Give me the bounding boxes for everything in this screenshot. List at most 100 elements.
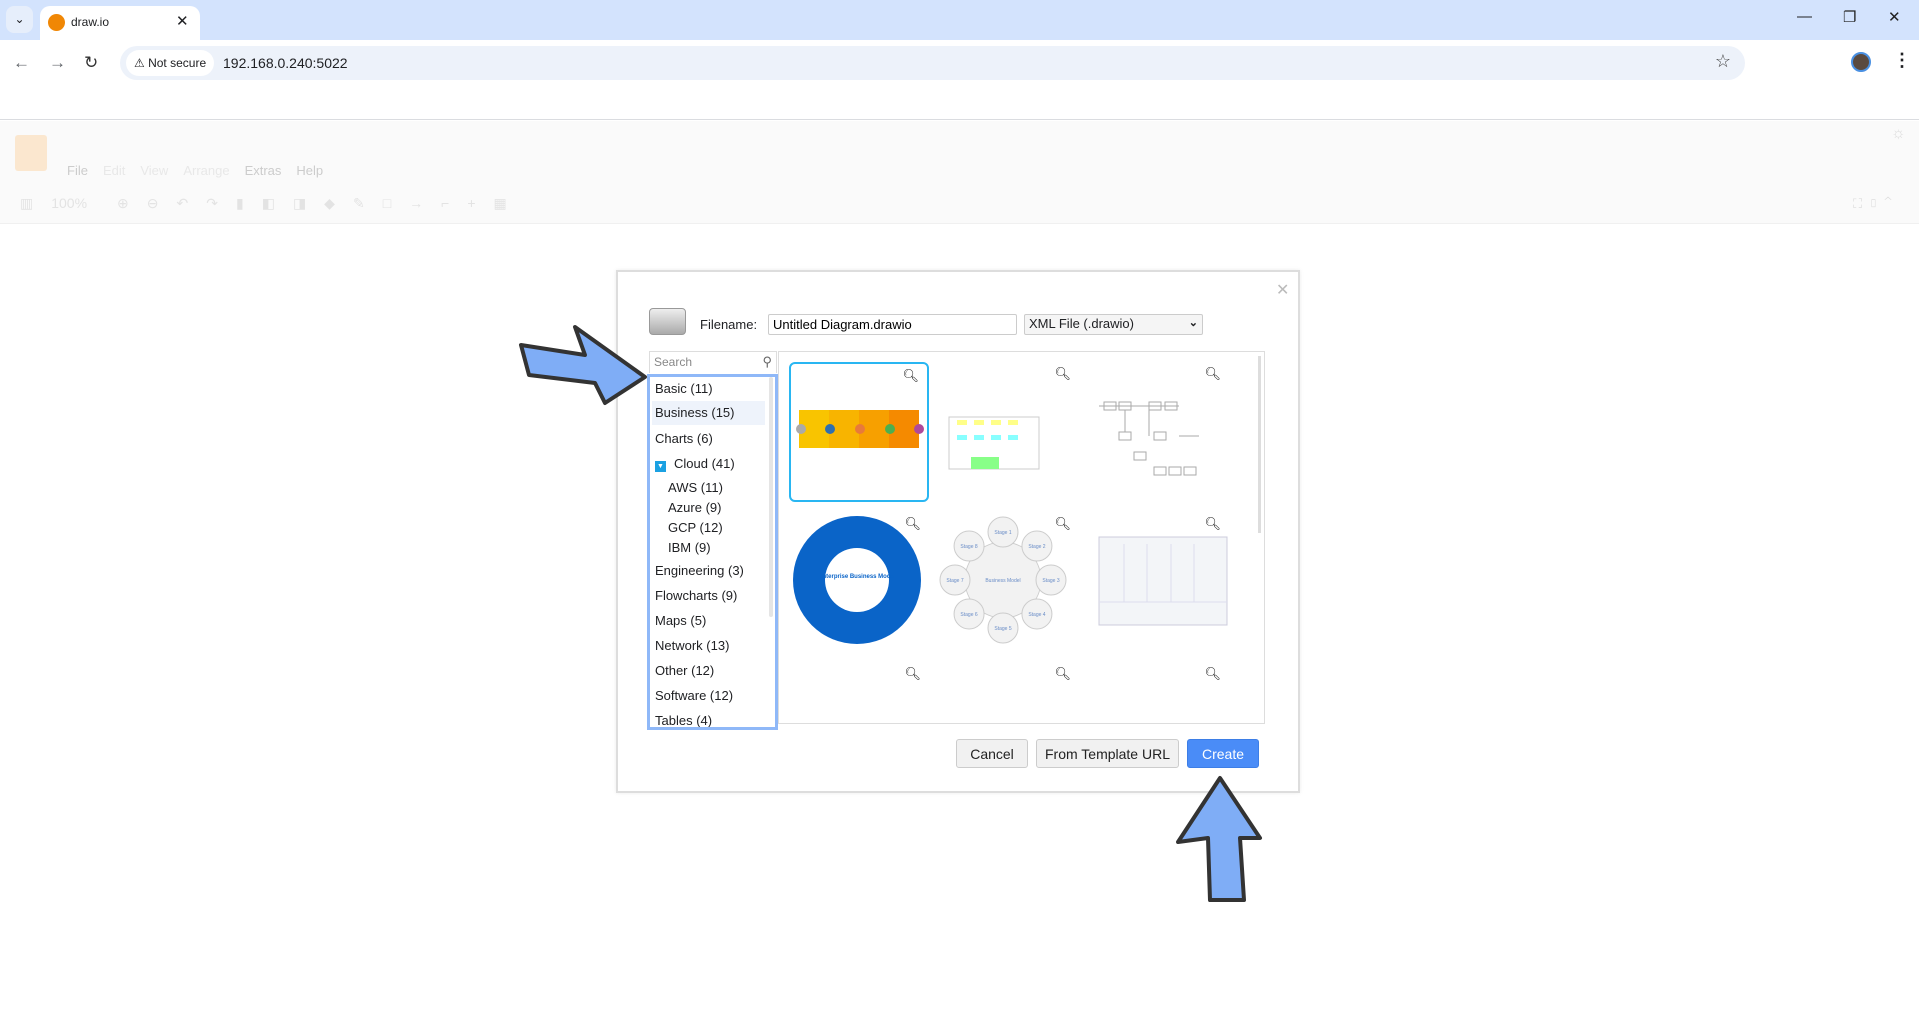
template-thumb-enterprise-model[interactable]: 🔍︎ Enterprise Business Model <box>789 512 929 652</box>
tab-close-icon[interactable]: ✕ <box>176 12 189 30</box>
create-button[interactable]: Create <box>1187 739 1259 768</box>
back-icon[interactable]: ← <box>13 53 30 73</box>
menu-help[interactable]: Help <box>296 163 323 178</box>
delete-icon[interactable]: ▮ <box>236 195 262 211</box>
preview-zoom-icon[interactable]: 🔍︎ <box>904 516 921 532</box>
category-item[interactable]: Flowcharts (9) <box>655 588 737 603</box>
filename-label: Filename: <box>700 317 758 332</box>
menu-extras[interactable]: Extras <box>245 163 282 178</box>
redo-icon[interactable]: ↷ <box>206 195 236 211</box>
preview-zoom-icon[interactable]: 🔍︎ <box>1204 516 1221 532</box>
category-item[interactable]: Basic (11) <box>655 381 713 396</box>
template-thumb-network[interactable]: 🔍︎ <box>1089 662 1229 723</box>
category-item[interactable]: Software (12) <box>655 688 733 703</box>
category-label: AWS (11) <box>668 480 723 495</box>
stage-label: Stage 4 <box>1028 612 1045 618</box>
zoom-out-icon[interactable]: ⊖ <box>147 195 177 211</box>
drawio-favicon-icon <box>48 14 65 31</box>
url-text[interactable]: 192.168.0.240:5022 <box>223 55 348 71</box>
preview-zoom-icon[interactable]: 🔍︎ <box>1204 366 1221 382</box>
category-item[interactable]: Other (12) <box>655 663 714 678</box>
template-search-input[interactable]: Search ⚲ <box>649 351 777 373</box>
connection-icon[interactable]: → <box>409 195 441 211</box>
category-item[interactable]: Charts (6) <box>655 431 713 446</box>
template-thumb-org[interactable]: 🔍︎ <box>789 662 929 723</box>
line-color-icon[interactable]: ✎ <box>353 195 383 211</box>
drawio-logo <box>15 135 47 171</box>
template-thumb-business-process[interactable]: 🔍︎ <box>789 362 929 502</box>
preview-zoom-icon[interactable]: 🔍︎ <box>1054 366 1071 382</box>
category-item[interactable]: AWS (11) <box>668 480 723 495</box>
menu-view[interactable]: View <box>140 163 168 178</box>
toolbar-right-icons[interactable]: ⛶▯⌃ <box>1853 196 1898 212</box>
toolbar: ▥100% ⊕⊖↶↷▮◧◨◆✎□→⌐+▦ <box>20 195 525 212</box>
category-label: Azure (9) <box>668 500 722 515</box>
browser-menu-icon[interactable]: ⋮ <box>1893 50 1911 71</box>
insert-icon[interactable]: + <box>467 195 493 211</box>
table-icon[interactable]: ▦ <box>494 195 525 211</box>
category-item[interactable]: Azure (9) <box>668 500 721 515</box>
template-thumb-bpmn[interactable]: 🔍︎ <box>1089 362 1229 502</box>
category-item[interactable]: Network (13) <box>655 638 729 653</box>
category-label: Software (12) <box>655 688 734 703</box>
menu-arrange[interactable]: Arrange <box>183 163 229 178</box>
bookmark-star-icon[interactable]: ☆ <box>1715 51 1731 72</box>
template-thumb-business-canvas[interactable]: 🔍︎ <box>1089 512 1229 652</box>
menu-bar: File Edit View Arrange Extras Help <box>67 163 323 178</box>
preview-zoom-icon[interactable]: 🔍︎ <box>902 368 919 384</box>
filename-input[interactable] <box>768 314 1017 335</box>
chevron-down-icon: ⌄ <box>1188 317 1198 329</box>
stage-label: Stage 8 <box>960 544 977 550</box>
category-label: GCP (12) <box>668 520 723 535</box>
preview-zoom-icon[interactable]: 🔍︎ <box>1054 516 1071 532</box>
template-thumb-events[interactable]: 🔍︎ <box>939 662 1079 723</box>
category-item[interactable]: Tables (4) <box>655 713 712 727</box>
gallery-scrollbar[interactable] <box>1258 356 1261 533</box>
preview-zoom-icon[interactable]: 🔍︎ <box>904 666 921 682</box>
to-back-icon[interactable]: ◨ <box>293 195 324 211</box>
format-panel-icon[interactable]: ▥ <box>20 195 51 211</box>
forward-icon[interactable]: → <box>49 53 66 73</box>
minimize-icon[interactable]: — <box>1797 8 1812 25</box>
from-template-url-button[interactable]: From Template URL <box>1036 739 1179 768</box>
thumb-center-text: Business Model <box>985 578 1020 584</box>
category-item[interactable]: Engineering (3) <box>655 563 744 578</box>
fill-icon[interactable]: ◆ <box>324 195 353 211</box>
thumb-image: Enterprise Business Model <box>793 516 921 644</box>
zoom-value[interactable]: 100% <box>51 195 87 211</box>
zoom-in-icon[interactable]: ⊕ <box>117 195 147 211</box>
profile-avatar[interactable] <box>1851 52 1871 72</box>
shadow-icon[interactable]: □ <box>383 195 409 211</box>
thumb-image <box>1098 536 1228 626</box>
tab-search-button[interactable]: ⌄ <box>6 6 33 33</box>
thumb-enterprise-text: Enterprise Business Model <box>818 574 895 580</box>
preview-zoom-icon[interactable]: 🔍︎ <box>1204 666 1221 682</box>
menu-file[interactable]: File <box>67 163 88 178</box>
to-front-icon[interactable]: ◧ <box>262 195 293 211</box>
category-item[interactable]: IBM (9) <box>668 540 711 555</box>
security-chip[interactable]: ⚠ Not secure <box>126 50 215 76</box>
expand-caret-icon[interactable]: ▼ <box>655 461 666 472</box>
category-item[interactable]: Maps (5) <box>655 613 706 628</box>
search-icon[interactable]: ⚲ <box>762 354 772 370</box>
category-item[interactable]: Business (15) <box>652 401 765 425</box>
cancel-button[interactable]: Cancel <box>956 739 1028 768</box>
window-close-icon[interactable]: ✕ <box>1888 8 1901 26</box>
omnibox[interactable]: ⚠ Not secure 192.168.0.240:5022 ☆ <box>120 46 1745 80</box>
preview-zoom-icon[interactable]: 🔍︎ <box>1054 666 1071 682</box>
format-select[interactable]: XML File (.drawio) ⌄ <box>1024 314 1203 335</box>
menu-edit[interactable]: Edit <box>103 163 125 178</box>
theme-sun-icon[interactable]: ☼ <box>1891 125 1906 143</box>
category-scrollbar[interactable] <box>769 377 773 617</box>
category-item[interactable]: GCP (12) <box>668 520 723 535</box>
undo-icon[interactable]: ↶ <box>177 195 207 211</box>
category-label: Cloud (41) <box>674 456 735 471</box>
restore-icon[interactable]: ❐ <box>1843 8 1856 26</box>
waypoint-icon[interactable]: ⌐ <box>441 195 467 211</box>
browser-tab[interactable]: draw.io ✕ <box>40 6 200 40</box>
category-item[interactable]: ▼ Cloud (41) <box>655 456 735 472</box>
template-thumb-swimlane[interactable]: 🔍︎ <box>939 362 1079 502</box>
reload-icon[interactable]: ↻ <box>84 53 98 73</box>
dialog-close-icon[interactable]: ✕ <box>1276 280 1289 300</box>
template-thumb-stages[interactable]: 🔍︎ Business Model Stage 1 Stage 2 Stage 3 St… <box>939 512 1079 652</box>
